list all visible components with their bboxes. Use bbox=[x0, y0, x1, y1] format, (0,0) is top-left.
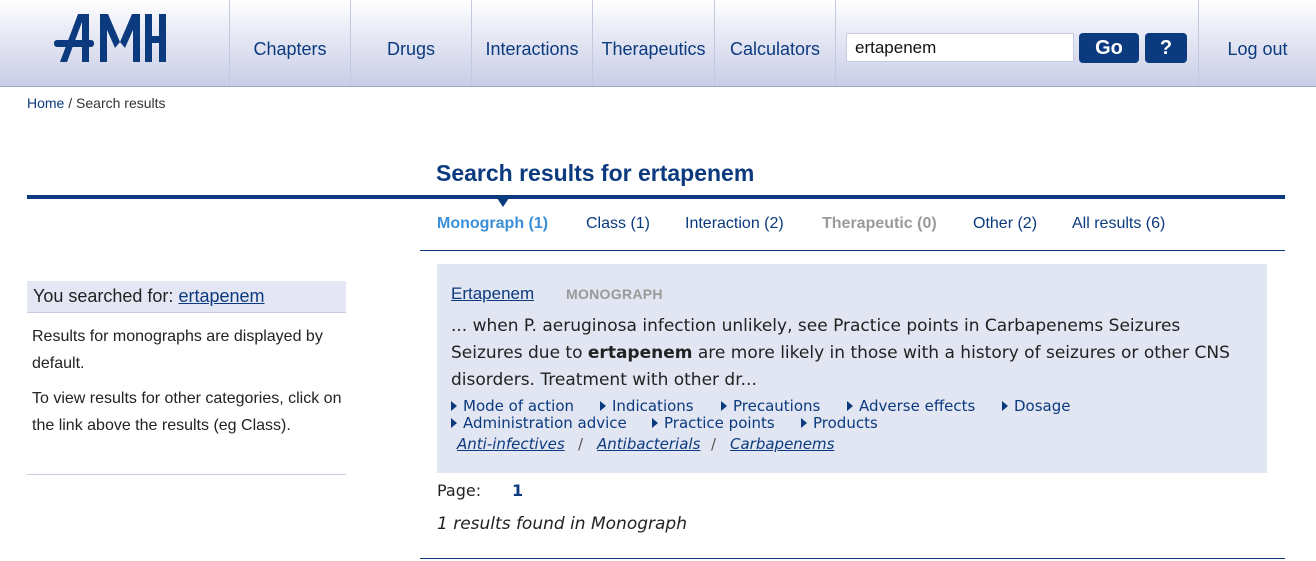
tab-monograph[interactable]: Monograph (1) bbox=[437, 215, 548, 233]
triangle-right-icon bbox=[451, 418, 457, 428]
triangle-right-icon bbox=[451, 401, 457, 411]
triangle-right-icon bbox=[721, 401, 727, 411]
section-link-label: Products bbox=[813, 414, 878, 432]
section-link-mode-of-action[interactable]: Mode of action bbox=[451, 397, 574, 415]
section-link-administration-advice[interactable]: Administration advice bbox=[451, 414, 627, 432]
searched-prefix: You searched for: bbox=[33, 286, 174, 306]
nav-calculators[interactable]: Calculators bbox=[714, 0, 835, 86]
section-link-label: Precautions bbox=[733, 397, 821, 415]
triangle-right-icon bbox=[1002, 401, 1008, 411]
breadcrumb: Home / Search results bbox=[27, 95, 166, 111]
class-link-anti-infectives[interactable]: Anti-infectives bbox=[457, 435, 565, 453]
section-link-dosage[interactable]: Dosage bbox=[1002, 397, 1070, 415]
page-title: Search results for ertapenem bbox=[436, 160, 755, 186]
sidebar-info-categories: To view results for other categories, cl… bbox=[32, 390, 342, 434]
result-type-label: MONOGRAPH bbox=[566, 286, 663, 302]
tab-therapeutic: Therapeutic (0) bbox=[822, 215, 937, 232]
search-summary: You searched for: ertapenem bbox=[27, 281, 346, 313]
result-title-link[interactable]: Ertapenem bbox=[451, 284, 534, 304]
section-link-adverse-effects[interactable]: Adverse effects bbox=[847, 397, 975, 415]
result-snippet: ... when P. aeruginosa infection unlikel… bbox=[451, 313, 1251, 394]
logout-link[interactable]: Log out bbox=[1199, 0, 1316, 86]
class-separator: / bbox=[578, 435, 584, 453]
breadcrumb-current: Search results bbox=[76, 95, 166, 111]
nav-drugs[interactable]: Drugs bbox=[350, 0, 471, 86]
class-link-antibacterials[interactable]: Antibacterials bbox=[597, 435, 700, 453]
snippet-highlight: ertapenem bbox=[587, 343, 693, 363]
tabs-rule bbox=[420, 250, 1285, 251]
amh-logo[interactable] bbox=[52, 10, 167, 66]
triangle-right-icon bbox=[847, 401, 853, 411]
active-tab-caret bbox=[497, 198, 509, 207]
title-rule bbox=[27, 195, 1285, 199]
bottom-rule bbox=[420, 558, 1285, 559]
section-link-indications[interactable]: Indications bbox=[600, 397, 694, 415]
pager-page-1[interactable]: 1 bbox=[512, 481, 523, 500]
section-link-label: Indications bbox=[612, 397, 694, 415]
nav-therapeutics[interactable]: Therapeutics bbox=[592, 0, 714, 86]
section-link-label: Dosage bbox=[1014, 397, 1071, 415]
section-link-products[interactable]: Products bbox=[801, 414, 878, 432]
tab-other[interactable]: Other (2) bbox=[973, 215, 1037, 233]
sidebar-info-default: Results for monographs are displayed by … bbox=[32, 328, 323, 372]
section-link-precautions[interactable]: Precautions bbox=[721, 397, 820, 415]
nav-interactions[interactable]: Interactions bbox=[471, 0, 592, 86]
sidebar-rule bbox=[27, 474, 346, 475]
section-link-practice-points[interactable]: Practice points bbox=[652, 414, 775, 432]
class-separator: / bbox=[711, 435, 717, 453]
class-link-carbapenems[interactable]: Carbapenems bbox=[730, 435, 834, 453]
go-button[interactable]: Go bbox=[1079, 33, 1139, 63]
result-count: 1 results found in Monograph bbox=[437, 514, 687, 534]
section-link-label: Mode of action bbox=[463, 397, 575, 415]
tab-class[interactable]: Class (1) bbox=[586, 215, 650, 233]
section-link-label: Administration advice bbox=[463, 414, 627, 432]
tab-all-results[interactable]: All results (6) bbox=[1072, 215, 1165, 233]
triangle-right-icon bbox=[652, 418, 658, 428]
pager-label: Page: bbox=[437, 481, 482, 500]
help-button[interactable]: ? bbox=[1145, 33, 1187, 63]
section-link-label: Practice points bbox=[664, 414, 775, 432]
breadcrumb-home[interactable]: Home bbox=[27, 95, 64, 111]
top-header: Chapters Drugs Interactions Therapeutics… bbox=[0, 0, 1316, 87]
logo-icon bbox=[54, 14, 166, 62]
breadcrumb-separator: / bbox=[68, 95, 73, 111]
tab-interaction[interactable]: Interaction (2) bbox=[685, 215, 784, 233]
searched-term-link[interactable]: ertapenem bbox=[178, 286, 264, 306]
triangle-right-icon bbox=[801, 418, 807, 428]
nav-chapters[interactable]: Chapters bbox=[229, 0, 350, 86]
result-card: Ertapenem MONOGRAPH ... when P. aerugino… bbox=[437, 264, 1267, 473]
section-link-label: Adverse effects bbox=[859, 397, 976, 415]
search-input[interactable] bbox=[846, 33, 1074, 62]
nav-divider bbox=[835, 0, 836, 86]
triangle-right-icon bbox=[600, 401, 606, 411]
